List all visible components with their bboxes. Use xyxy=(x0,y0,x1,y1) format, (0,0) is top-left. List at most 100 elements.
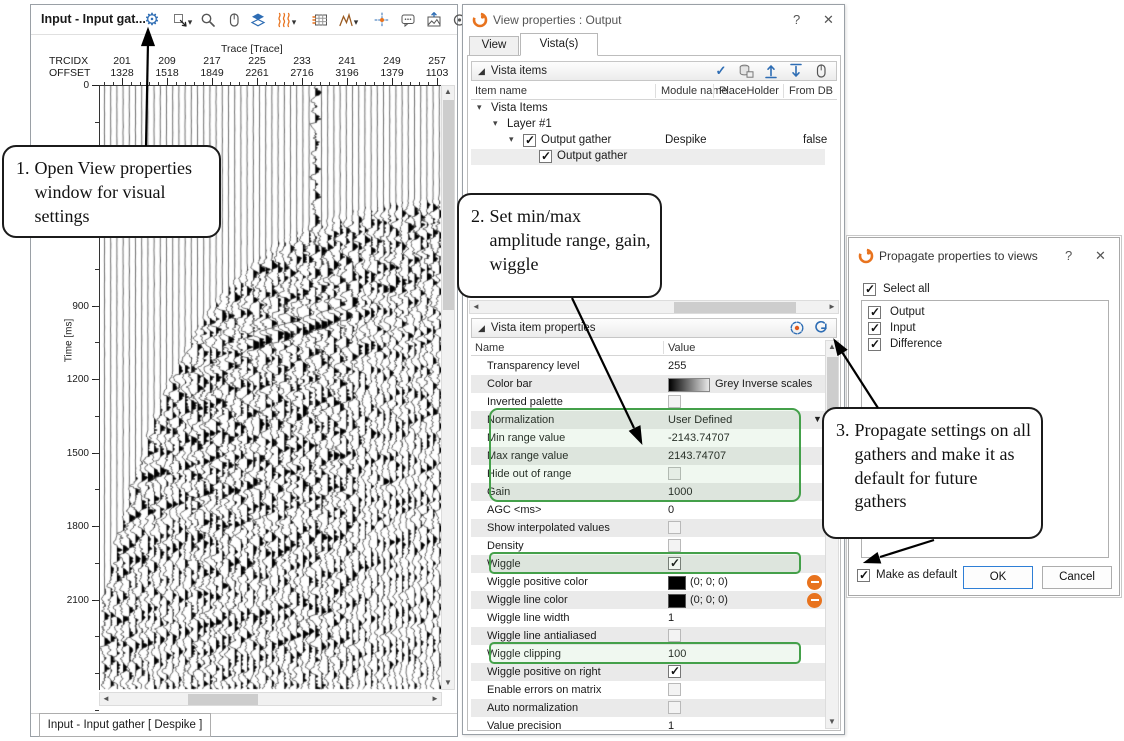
property-checkbox[interactable] xyxy=(668,521,681,534)
gather-tab[interactable]: Input - Input gather [ Despike ] xyxy=(39,713,211,737)
tree-item-checkbox[interactable] xyxy=(523,134,536,147)
dropdown-arrow-icon[interactable]: ▾ xyxy=(290,13,298,31)
layers-icon[interactable] xyxy=(249,11,267,29)
property-row[interactable]: Show interpolated values xyxy=(471,519,825,537)
crosshair-icon[interactable] xyxy=(373,11,391,29)
view-row-input[interactable]: Input xyxy=(866,321,1104,337)
property-value[interactable]: 2143.74707 xyxy=(668,450,726,462)
property-row[interactable]: Hide out of range xyxy=(471,465,825,483)
scroll-right-icon[interactable]: ► xyxy=(826,301,838,313)
column-header[interactable]: Name xyxy=(475,342,504,354)
property-value[interactable]: 1000 xyxy=(668,486,692,498)
scroll-up-icon[interactable]: ▲ xyxy=(442,86,454,98)
view-checkbox[interactable] xyxy=(868,322,881,335)
property-checkbox[interactable] xyxy=(668,539,681,552)
property-row[interactable]: Wiggle positive color(0; 0; 0) xyxy=(471,573,825,591)
target-icon[interactable] xyxy=(788,319,806,337)
mouse-select-icon[interactable] xyxy=(812,62,830,80)
property-value[interactable]: 255 xyxy=(668,360,686,372)
property-checkbox[interactable] xyxy=(668,557,681,570)
gear-icon[interactable]: ⚙ xyxy=(143,11,161,29)
column-header[interactable]: Module name xyxy=(661,85,728,97)
tree-expander-icon[interactable]: ▾ xyxy=(509,134,514,145)
help-button[interactable]: ? xyxy=(1065,248,1072,263)
tree-expander-icon[interactable]: ▾ xyxy=(477,102,482,113)
cancel-button[interactable]: Cancel xyxy=(1042,566,1112,589)
scroll-left-icon[interactable]: ◄ xyxy=(470,301,482,313)
property-row[interactable]: Min range value-2143.74707 xyxy=(471,429,825,447)
property-row[interactable]: Wiggle line width1 xyxy=(471,609,825,627)
property-row[interactable]: Auto normalization xyxy=(471,699,825,717)
hscroll-thumb[interactable] xyxy=(674,302,796,313)
property-value[interactable]: 100 xyxy=(668,648,686,660)
vp-hscrollbar[interactable]: ◄ ► xyxy=(469,300,839,314)
property-row[interactable]: Wiggle clipping100 xyxy=(471,645,825,663)
help-button[interactable]: ? xyxy=(793,12,800,27)
dropdown-arrow-icon[interactable]: ▼ xyxy=(813,414,822,424)
property-value[interactable]: -2143.74707 xyxy=(668,432,730,444)
vista-item-properties-header[interactable]: ◢ Vista item properties xyxy=(471,318,837,338)
property-row[interactable]: Wiggle line antialiased xyxy=(471,627,825,645)
make-default-checkbox[interactable] xyxy=(857,569,870,582)
property-checkbox[interactable] xyxy=(668,665,681,678)
property-value[interactable]: 1 xyxy=(668,612,674,624)
color-swatch[interactable] xyxy=(668,576,686,590)
property-row[interactable]: Enable errors on matrix xyxy=(471,681,825,699)
scroll-down-icon[interactable]: ▼ xyxy=(442,677,454,689)
mouse-select-icon[interactable] xyxy=(225,11,243,29)
tree-row[interactable]: ▾Output gatherDespikefalse xyxy=(471,133,825,149)
spreadsheet-icon[interactable] xyxy=(311,11,329,29)
property-checkbox[interactable] xyxy=(668,467,681,480)
column-header[interactable]: PlaceHolder xyxy=(719,85,779,97)
database-copy-icon[interactable] xyxy=(737,62,755,80)
tab-vistas[interactable]: Vista(s) xyxy=(520,33,598,56)
property-value[interactable]: 1 xyxy=(668,720,674,732)
remove-color-icon[interactable] xyxy=(807,593,822,608)
vscroll-thumb[interactable] xyxy=(443,100,454,310)
tree-row[interactable]: ▾Vista Items xyxy=(471,101,825,117)
seismic-hscrollbar[interactable]: ◄ ► xyxy=(99,692,442,706)
property-row[interactable]: Wiggle line color(0; 0; 0) xyxy=(471,591,825,609)
property-row[interactable]: Value precision1 xyxy=(471,717,825,731)
close-icon[interactable]: ✕ xyxy=(1095,248,1106,264)
property-row[interactable]: Transparency level255 xyxy=(471,357,825,375)
property-row[interactable]: NormalizationUser Defined▼ xyxy=(471,411,825,429)
dropdown-arrow-icon[interactable]: ▾ xyxy=(352,13,360,31)
property-row[interactable]: Inverted palette xyxy=(471,393,825,411)
view-checkbox[interactable] xyxy=(868,306,881,319)
scroll-up-icon[interactable]: ▲ xyxy=(826,341,838,353)
column-header[interactable]: Item name xyxy=(475,85,527,97)
hscroll-thumb[interactable] xyxy=(188,694,258,705)
tree-row[interactable]: ▾Layer #1 xyxy=(471,117,825,133)
close-icon[interactable]: ✕ xyxy=(823,12,834,28)
section-collapse-icon[interactable]: ◢ xyxy=(478,323,485,334)
scroll-right-icon[interactable]: ► xyxy=(429,693,441,705)
scroll-down-icon[interactable]: ▼ xyxy=(826,716,838,728)
zoom-icon[interactable] xyxy=(199,11,217,29)
property-checkbox[interactable] xyxy=(668,701,681,714)
property-row[interactable]: AGC <ms>0 xyxy=(471,501,825,519)
view-checkbox[interactable] xyxy=(868,338,881,351)
import-up-icon[interactable] xyxy=(762,62,780,80)
property-row[interactable]: Gain1000 xyxy=(471,483,825,501)
property-checkbox[interactable] xyxy=(668,683,681,696)
check-icon[interactable]: ✓ xyxy=(712,62,730,80)
colorbar-swatch[interactable] xyxy=(668,378,710,392)
tab-view[interactable]: View xyxy=(469,36,519,55)
export-down-icon[interactable] xyxy=(787,62,805,80)
column-header[interactable]: Value xyxy=(668,342,695,354)
seismic-vscrollbar[interactable]: ▲ ▼ xyxy=(441,85,455,690)
export-image-icon[interactable] xyxy=(425,11,443,29)
property-value[interactable]: 0 xyxy=(668,504,674,516)
dropdown-arrow-icon[interactable]: ▾ xyxy=(186,13,194,31)
property-row[interactable]: Color barGrey Inverse scales xyxy=(471,375,825,393)
property-row[interactable]: Max range value2143.74707 xyxy=(471,447,825,465)
ok-button[interactable]: OK xyxy=(963,566,1033,589)
column-header[interactable]: From DB xyxy=(789,85,833,97)
tree-expander-icon[interactable]: ▾ xyxy=(493,118,498,129)
tree-item-checkbox[interactable] xyxy=(539,150,552,163)
property-row[interactable]: Wiggle xyxy=(471,555,825,573)
undo-icon[interactable] xyxy=(812,319,830,337)
property-checkbox[interactable] xyxy=(668,395,681,408)
view-row-difference[interactable]: Difference xyxy=(866,337,1104,353)
